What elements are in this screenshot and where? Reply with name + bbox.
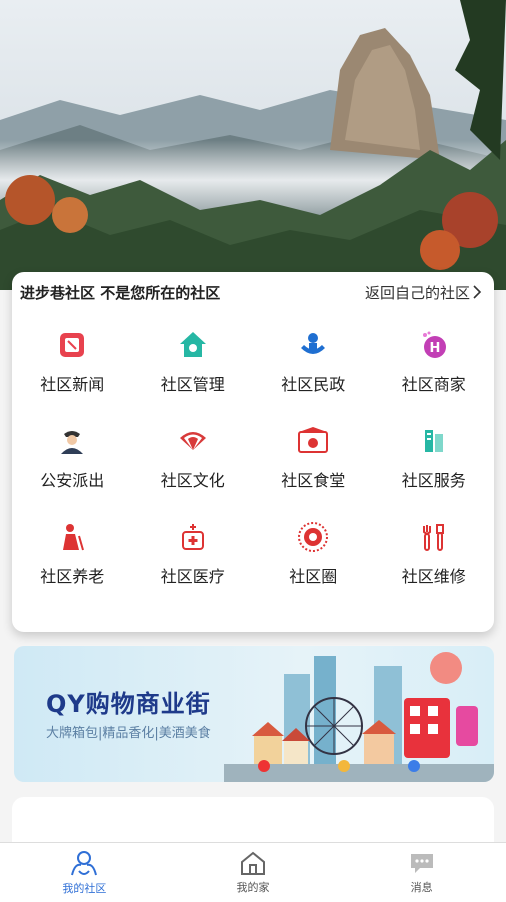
svg-text:H: H — [429, 341, 440, 356]
service-item-police[interactable]: 公安派出 — [12, 413, 133, 509]
service-label: 社区新闻 — [40, 375, 105, 394]
fan-culture-icon — [177, 425, 209, 457]
tab-label: 我的社区 — [62, 882, 107, 895]
service-grid: 社区新闻 社区管理 社区民政 H 社区商家 公安派出 社区文化 社区食堂 社区服… — [12, 317, 494, 605]
service-label: 社区文化 — [160, 471, 225, 490]
service-item-civil-affairs[interactable]: 社区民政 — [253, 317, 374, 413]
merchant-icon: H — [418, 329, 450, 361]
community-services-card: 进步巷社区 不是您所在的社区 返回自己的社区 社区新闻 社区管理 社区民政 H … — [12, 272, 494, 632]
message-icon — [410, 854, 433, 873]
service-label: 公安派出 — [40, 471, 105, 490]
shopping-street-banner[interactable]: QY购物商业街 大牌箱包|精品香化|美酒美食 — [14, 646, 494, 782]
community-notice: 进步巷社区 不是您所在的社区 — [20, 283, 221, 302]
service-label: 社区圈 — [289, 567, 338, 586]
service-icon — [418, 425, 450, 457]
tab-my-home[interactable]: 我的家 — [169, 843, 338, 902]
service-item-management[interactable]: 社区管理 — [133, 317, 254, 413]
service-label: 社区管理 — [160, 375, 225, 394]
back-to-own-community-link[interactable]: 返回自己的社区 — [365, 282, 482, 303]
home-icon — [241, 851, 265, 875]
service-item-news[interactable]: 社区新闻 — [12, 317, 133, 413]
service-item-repair[interactable]: 社区维修 — [374, 509, 495, 605]
service-label: 社区食堂 — [281, 471, 346, 490]
banner-title: QY购物商业街 — [46, 690, 211, 718]
news-icon — [56, 329, 88, 361]
service-label: 社区民政 — [281, 375, 346, 394]
circle-icon — [297, 521, 329, 553]
back-link-label: 返回自己的社区 — [364, 283, 470, 302]
service-label: 社区维修 — [401, 567, 466, 586]
repair-icon — [418, 521, 450, 553]
service-item-medical[interactable]: 社区医疗 — [133, 509, 254, 605]
tab-my-community[interactable]: 我的社区 — [0, 843, 169, 902]
service-item-culture[interactable]: 社区文化 — [133, 413, 254, 509]
service-item-canteen[interactable]: 社区食堂 — [253, 413, 374, 509]
chevron-right-icon — [473, 285, 482, 299]
tab-label: 我的家 — [236, 881, 270, 894]
service-item-service[interactable]: 社区服务 — [374, 413, 495, 509]
service-item-merchant[interactable]: H 社区商家 — [374, 317, 495, 413]
service-label: 社区服务 — [401, 471, 466, 490]
card-header: 进步巷社区 不是您所在的社区 返回自己的社区 — [12, 272, 494, 312]
service-label: 社区医疗 — [160, 567, 225, 586]
civil-affairs-icon — [297, 329, 329, 361]
canteen-icon — [297, 425, 329, 457]
medical-icon — [177, 521, 209, 553]
elderly-icon — [56, 521, 88, 553]
service-item-elderly[interactable]: 社区养老 — [12, 509, 133, 605]
tab-label: 消息 — [410, 881, 433, 894]
bottom-tab-bar: 我的社区 我的家 消息 — [0, 842, 506, 902]
hero-landscape-image — [0, 0, 506, 290]
service-label: 社区养老 — [40, 567, 105, 586]
city-illustration — [224, 652, 494, 782]
service-item-circle[interactable]: 社区圈 — [253, 509, 374, 605]
house-manage-icon — [177, 329, 209, 361]
community-icon — [71, 851, 98, 876]
banner-subtitle: 大牌箱包|精品香化|美酒美食 — [46, 726, 211, 741]
police-icon — [56, 425, 88, 457]
tab-messages[interactable]: 消息 — [337, 843, 506, 902]
service-label: 社区商家 — [401, 375, 466, 394]
